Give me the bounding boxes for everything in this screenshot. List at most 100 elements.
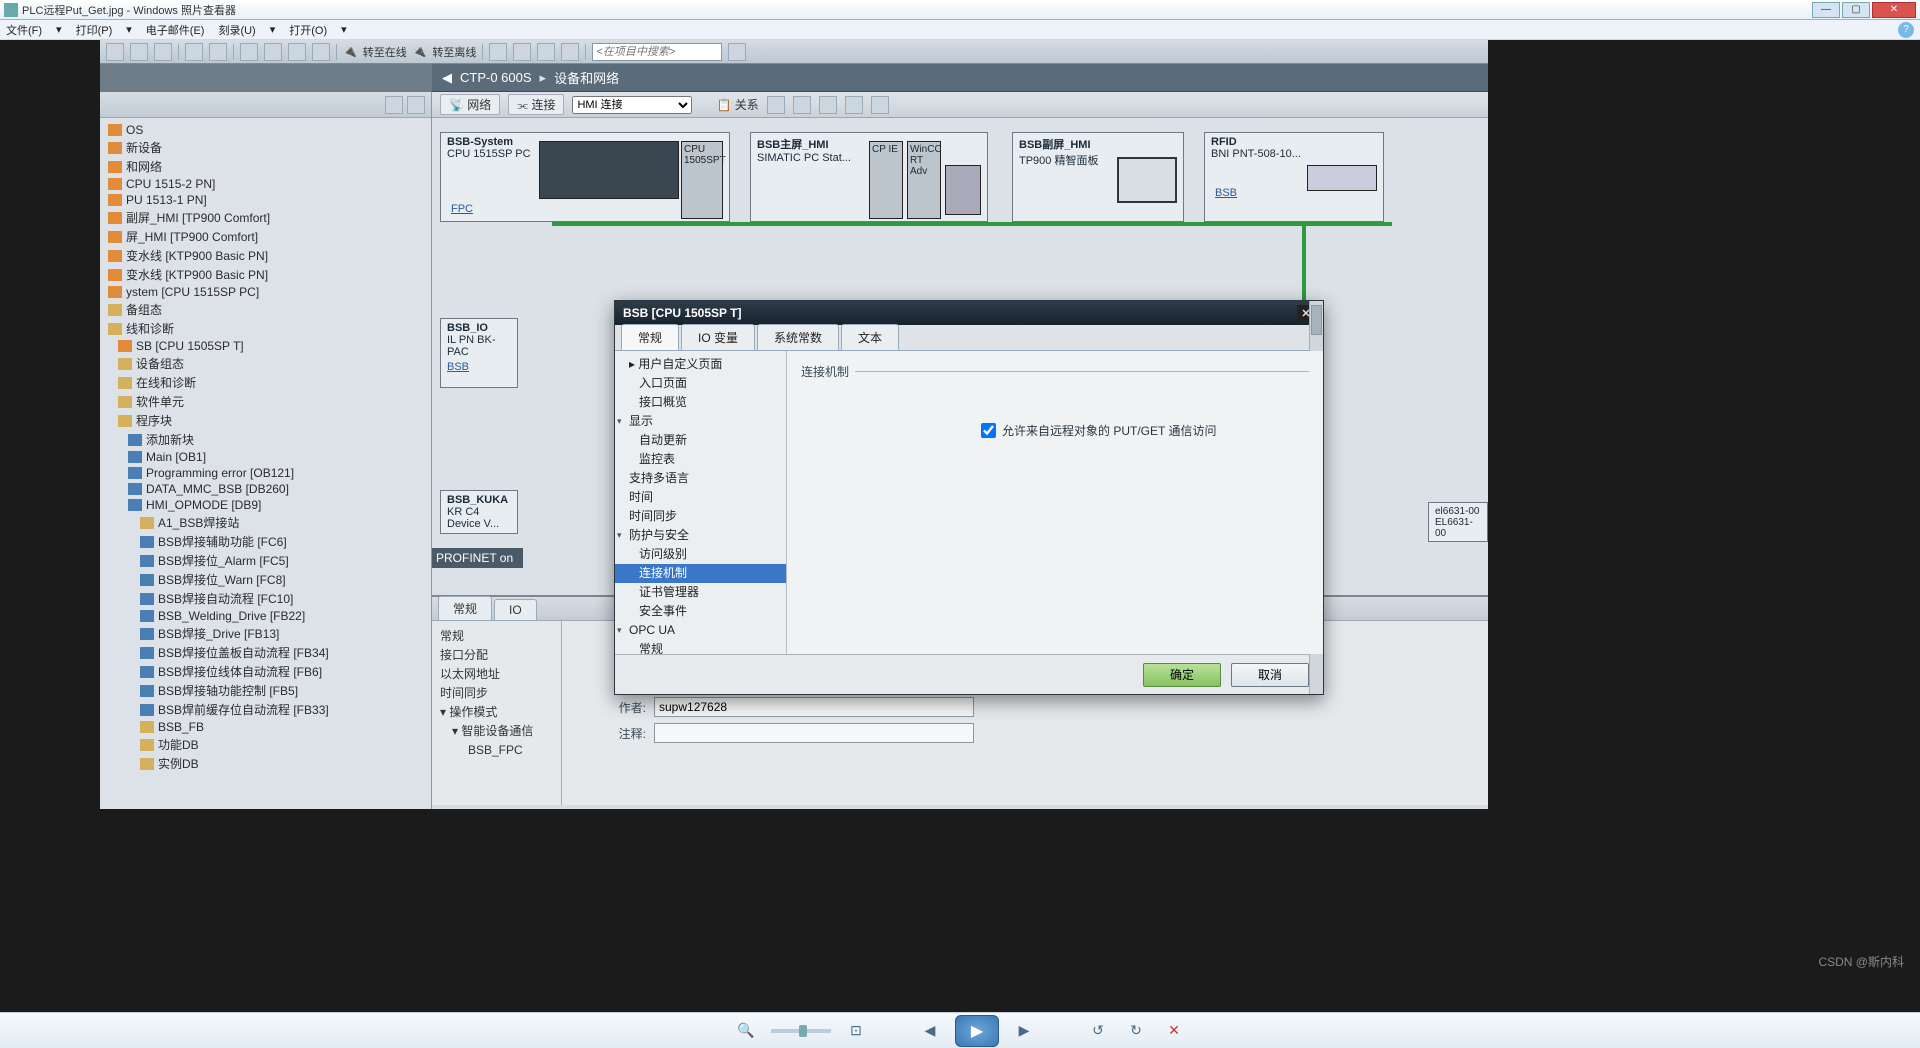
tree-row[interactable]: BSB焊接位_Alarm [FC5] [100,551,431,570]
tree-row[interactable]: 变水线 [KTP900 Basic PN] [100,265,431,284]
author-field[interactable] [654,697,974,717]
menu-open[interactable]: 打开(O) [289,22,327,38]
device-bsb-io[interactable]: BSB_IOIL PN BK-PAC BSB [440,318,518,388]
toolbar-icon[interactable] [185,43,203,61]
nav-item[interactable]: 用户自定义页面 [638,357,722,371]
delete-icon[interactable]: ✕ [1161,1018,1187,1044]
toolbar-icon[interactable] [537,43,555,61]
go-online-button[interactable]: 转至在线 [363,44,407,60]
tree-row[interactable]: SB [CPU 1505SP T] [100,338,431,354]
zoom-out-icon[interactable]: 🔍 [733,1018,759,1044]
props-nav[interactable]: 常规 接口分配 以太网地址 时间同步 ▾ 操作模式 ▾ 智能设备通信 BSB_F… [432,621,562,805]
nav-item[interactable]: 监控表 [615,450,786,469]
device-bsb-sub-hmi[interactable]: BSB副屏_HMITP900 精智面板 [1012,132,1184,222]
view-icon[interactable] [819,96,837,114]
nav-item-connection-mechanism[interactable]: 连接机制 [615,564,786,583]
tree-row[interactable]: BSB焊接自动流程 [FC10] [100,589,431,608]
nav-item[interactable]: 支持多语言 [615,469,786,488]
putget-checkbox[interactable] [981,423,996,438]
device-link[interactable]: FPC [445,203,479,219]
tree-row[interactable]: Programming error [OB121] [100,465,431,481]
props-nav-item[interactable]: 时间同步 [440,684,553,703]
tree-row[interactable]: ystem [CPU 1515SP PC] [100,284,431,300]
tree-row[interactable]: OS [100,122,431,138]
ok-button[interactable]: 确定 [1143,663,1221,687]
toolbar-icon[interactable] [154,43,172,61]
toolbar-icon[interactable] [288,43,306,61]
tab-text[interactable]: 文本 [841,324,899,350]
go-offline-button[interactable]: 转至离线 [432,44,476,60]
tree-row[interactable]: BSB焊接位盖板自动流程 [FB34] [100,643,431,662]
tree-row[interactable]: 设备组态 [100,354,431,373]
tree-row[interactable]: BSB焊接位_Warn [FC8] [100,570,431,589]
zoom-slider[interactable] [771,1029,831,1033]
next-icon[interactable]: ▶ [1011,1018,1037,1044]
zoom-icon[interactable] [871,96,889,114]
toolbar-icon[interactable] [489,43,507,61]
toolbar-icon[interactable] [240,43,258,61]
nav-item[interactable]: 访问级别 [615,545,786,564]
menu-print[interactable]: 打印(P) [76,22,113,38]
help-icon[interactable]: ? [1898,22,1914,38]
tree-row[interactable]: 屏_HMI [TP900 Comfort] [100,227,431,246]
tree-row[interactable]: BSB焊接位线体自动流程 [FB6] [100,662,431,681]
tree-row[interactable]: BSB_Welding_Drive [FB22] [100,608,431,624]
nav-item[interactable]: 显示 [615,412,786,431]
tree-row[interactable]: A1_BSB焊接站 [100,513,431,532]
view-icon[interactable] [767,96,785,114]
props-nav-item[interactable]: 智能设备通信 [461,724,533,738]
nav-item[interactable]: OPC UA [615,621,786,640]
nav-item[interactable]: 接口概览 [615,393,786,412]
props-nav-item[interactable]: 操作模式 [449,705,497,719]
nav-item[interactable]: 安全事件 [615,602,786,621]
minimize-button[interactable]: — [1812,2,1840,18]
tree-row[interactable]: DATA_MMC_BSB [DB260] [100,481,431,497]
toolbar-icon[interactable] [106,43,124,61]
toolbar-icon[interactable] [312,43,330,61]
tree-row[interactable]: BSB焊接轴功能控制 [FB5] [100,681,431,700]
toolbar-icon[interactable] [264,43,282,61]
menu-file[interactable]: 文件(F) [6,22,42,38]
rotate-cw-icon[interactable]: ↻ [1123,1018,1149,1044]
nav-item[interactable]: 常规 [615,640,786,654]
tree-row[interactable]: 程序块 [100,411,431,430]
rotate-ccw-icon[interactable]: ↺ [1085,1018,1111,1044]
comment-field[interactable] [654,723,974,743]
props-tab-io[interactable]: IO [494,599,537,620]
network-btn[interactable]: 📡 网络 [440,94,500,115]
nav-item[interactable]: 自动更新 [615,431,786,450]
toolbar-icon[interactable] [561,43,579,61]
tree-row[interactable]: BSB焊接辅助功能 [FC6] [100,532,431,551]
toolbar-icon[interactable] [513,43,531,61]
zoom-fit-icon[interactable]: ⊡ [843,1018,869,1044]
tree-row[interactable]: 功能DB [100,735,431,754]
props-nav-item[interactable]: 接口分配 [440,646,553,665]
props-nav-item[interactable]: 以太网地址 [440,665,553,684]
device-rfid[interactable]: RFIDBNI PNT-508-10... BSB [1204,132,1384,222]
tab-sysconst[interactable]: 系统常数 [757,324,839,350]
view-icon[interactable] [793,96,811,114]
close-button[interactable]: ✕ [1872,2,1916,18]
tree-row[interactable]: BSB焊接_Drive [FB13] [100,624,431,643]
device-bsb-main-hmi[interactable]: BSB主屏_HMISIMATIC PC Stat... CP IE WinCC … [750,132,988,222]
props-nav-item[interactable]: BSB_FPC [440,741,553,760]
props-tab-general[interactable]: 常规 [438,596,492,620]
tree-tool-icon[interactable] [385,96,403,114]
tree-row[interactable]: 新设备 [100,138,431,157]
tree-row[interactable]: 线和诊断 [100,319,431,338]
device-el6631[interactable]: el6631-00EL6631-00 [1428,502,1488,542]
tree-row[interactable]: 实例DB [100,754,431,773]
cpu-module[interactable]: CPU 1505SPT [681,141,723,219]
tree-row[interactable]: 变水线 [KTP900 Basic PN] [100,246,431,265]
dialog-nav[interactable]: ▸ 用户自定义页面 入口页面 接口概览 显示 自动更新 监控表 支持多语言 时间… [615,351,787,654]
tree-tool-icon[interactable] [407,96,425,114]
connection-btn[interactable]: ⫘ 连接 [508,94,564,115]
tree-row[interactable]: 备组态 [100,300,431,319]
tree-row[interactable]: BSB焊前缓存位自动流程 [FB33] [100,700,431,719]
view-icon[interactable] [845,96,863,114]
menu-burn[interactable]: 刻录(U) [218,22,255,38]
maximize-button[interactable]: ▢ [1842,2,1870,18]
device-bsb-kuka[interactable]: BSB_KUKAKR C4 Device V... [440,490,518,534]
cancel-button[interactable]: 取消 [1231,663,1309,687]
tab-general[interactable]: 常规 [621,324,679,350]
